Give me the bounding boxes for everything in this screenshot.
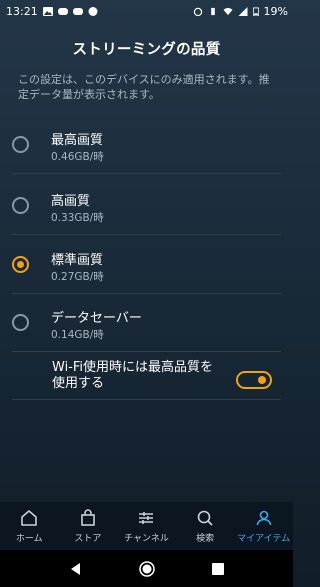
page-title: ストリーミングの品質 [72,42,221,58]
quality-option-standard[interactable]: 標準画質 0.27GB/時 [12,236,281,294]
image-notification-icon [42,6,53,16]
wifi-icon [223,7,233,15]
nav-search[interactable]: 検索 [176,502,235,550]
status-bar: 13:21 19% [0,0,293,22]
option-label: 標準画質 [51,253,104,268]
option-label: 最高画質 [51,133,104,148]
radio-button[interactable] [12,314,29,331]
nav-label: マイアイテム [237,534,291,544]
status-time: 13:21 [6,4,38,18]
wifi-best-quality-setting: Wi-Fi使用時には最高品質を使用する [12,354,281,400]
quality-option-high[interactable]: 高画質 0.33GB/時 [12,177,281,235]
search-icon [197,510,213,526]
nav-my-items[interactable]: マイアイテム [234,502,293,550]
profile-icon [256,510,271,526]
nav-label: 検索 [196,534,215,544]
quality-option-highest[interactable]: 最高画質 0.46GB/時 [12,116,281,174]
system-navigation-bar [0,550,293,587]
alarm-icon [193,7,202,16]
home-button-icon[interactable] [138,560,156,578]
settings-description: この設定は、このデバイスにのみ適用されます。推定データ量が表示されます。 [18,73,270,101]
store-bag-icon [81,509,95,526]
game-controller-icon [72,7,83,15]
home-icon [21,510,38,526]
option-label: データセーバー [51,311,142,326]
nav-label: チャンネル [124,534,169,544]
battery-percentage: 19% [263,4,288,18]
radio-button-selected[interactable] [12,256,29,273]
option-data-rate: 0.46GB/時 [51,151,104,163]
signal-icon [238,6,248,16]
nav-channels[interactable]: チャンネル [117,502,176,550]
vibrate-icon [210,7,215,15]
recents-icon[interactable] [209,560,227,578]
nav-label: ホーム [15,534,43,544]
nav-label: ストア [74,534,102,544]
circle-notification-icon [88,6,98,16]
toggle-knob [258,376,266,384]
radio-button[interactable] [12,136,29,153]
option-data-rate: 0.14GB/時 [51,329,104,341]
game-controller-icon [57,7,68,15]
nav-store[interactable]: ストア [59,502,118,550]
channels-icon [139,512,154,524]
back-icon[interactable] [67,560,85,578]
battery-icon [252,6,259,16]
wifi-toggle-switch[interactable] [236,371,272,389]
nav-home[interactable]: ホーム [0,502,59,550]
bottom-navigation: ホーム ストア チャンネル 検索 マイアイテム [0,502,293,550]
option-label: 高画質 [51,194,91,209]
wifi-toggle-label: Wi-Fi使用時には最高品質を使用する [52,360,214,391]
quality-option-data-saver[interactable]: データセーバー 0.14GB/時 [12,294,281,352]
radio-button[interactable] [12,197,29,214]
option-data-rate: 0.27GB/時 [51,271,104,283]
option-data-rate: 0.33GB/時 [51,212,104,224]
